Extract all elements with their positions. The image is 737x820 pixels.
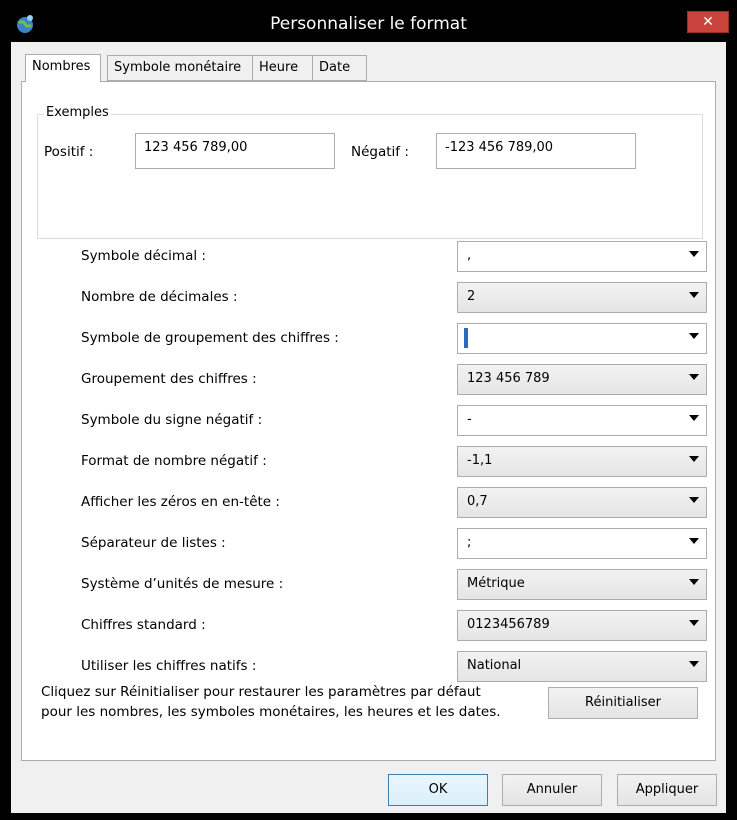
close-button[interactable]: ✕ bbox=[687, 11, 729, 33]
negative-sign-combo[interactable]: - bbox=[457, 405, 707, 436]
dialog-client-area: Nombres Symbole monétaire Heure Date Exe… bbox=[11, 42, 726, 813]
dropdown-arrow-icon[interactable] bbox=[689, 661, 699, 667]
setting-label-negative-sign: Symbole du signe négatif : bbox=[81, 412, 263, 428]
text-caret bbox=[464, 328, 468, 348]
apply-button[interactable]: Appliquer bbox=[617, 774, 717, 806]
combo-value: Métrique bbox=[467, 576, 525, 591]
dropdown-arrow-icon[interactable] bbox=[689, 415, 699, 421]
dropdown-arrow-icon[interactable] bbox=[689, 292, 699, 298]
dialog-window: Personnaliser le format ✕ Nombres Symbol… bbox=[0, 0, 737, 820]
setting-label-measurement-system: Système d’unités de mesure : bbox=[81, 576, 284, 592]
dropdown-arrow-icon[interactable] bbox=[689, 538, 699, 544]
setting-label-negative-format: Format de nombre négatif : bbox=[81, 453, 267, 469]
dropdown-arrow-icon[interactable] bbox=[689, 456, 699, 462]
cancel-button[interactable]: Annuler bbox=[502, 774, 602, 806]
combo-value: 123 456 789 bbox=[467, 371, 550, 386]
tab-heure[interactable]: Heure bbox=[252, 55, 313, 81]
grouping-symbol-combo[interactable] bbox=[457, 323, 707, 354]
combo-value: , bbox=[467, 248, 472, 263]
digit-grouping-combo[interactable]: 123 456 789 bbox=[457, 364, 707, 395]
reset-help-text: Cliquez sur Réinitialiser pour restaurer… bbox=[41, 684, 501, 720]
ok-button[interactable]: OK bbox=[388, 774, 488, 806]
combo-value: ; bbox=[467, 535, 472, 550]
combo-value: 2 bbox=[467, 289, 476, 304]
examples-legend: Exemples bbox=[44, 105, 111, 120]
list-separator-combo[interactable]: ; bbox=[457, 528, 707, 559]
dropdown-arrow-icon[interactable] bbox=[689, 620, 699, 626]
negative-label: Négatif : bbox=[351, 144, 409, 160]
setting-label-standard-digits: Chiffres standard : bbox=[81, 617, 206, 633]
leading-zeros-combo[interactable]: 0,7 bbox=[457, 487, 707, 518]
window-title: Personnaliser le format bbox=[270, 14, 467, 34]
combo-value: - bbox=[467, 412, 472, 427]
standard-digits-combo[interactable]: 0123456789 bbox=[457, 610, 707, 641]
setting-label-list-separator: Séparateur de listes : bbox=[81, 535, 226, 551]
positive-label: Positif : bbox=[44, 144, 94, 160]
negative-example-field: -123 456 789,00 bbox=[436, 133, 636, 169]
decimal-count-combo[interactable]: 2 bbox=[457, 282, 707, 313]
combo-value: 0,7 bbox=[467, 494, 488, 509]
setting-label-grouping-symbol: Symbole de groupement des chiffres : bbox=[81, 330, 339, 346]
negative-format-combo[interactable]: -1,1 bbox=[457, 446, 707, 477]
decimal-symbol-combo[interactable]: , bbox=[457, 241, 707, 272]
title-bar[interactable]: Personnaliser le format ✕ bbox=[6, 6, 731, 42]
setting-label-digit-grouping: Groupement des chiffres : bbox=[81, 371, 257, 387]
dropdown-arrow-icon[interactable] bbox=[689, 251, 699, 257]
tab-symbole-monetaire[interactable]: Symbole monétaire bbox=[107, 55, 253, 81]
setting-label-leading-zeros: Afficher les zéros en en-tête : bbox=[81, 494, 280, 510]
dropdown-arrow-icon[interactable] bbox=[689, 333, 699, 339]
setting-label-native-digits: Utiliser les chiffres natifs : bbox=[81, 658, 257, 674]
setting-label-decimal-symbol: Symbole décimal : bbox=[81, 248, 206, 264]
dropdown-arrow-icon[interactable] bbox=[689, 579, 699, 585]
dropdown-arrow-icon[interactable] bbox=[689, 497, 699, 503]
tab-date[interactable]: Date bbox=[312, 55, 367, 81]
combo-value: -1,1 bbox=[467, 453, 493, 468]
positive-example-field: 123 456 789,00 bbox=[135, 133, 335, 169]
combo-value: 0123456789 bbox=[467, 617, 550, 632]
native-digits-combo[interactable]: National bbox=[457, 651, 707, 682]
reset-button[interactable]: Réinitialiser bbox=[548, 687, 698, 719]
dropdown-arrow-icon[interactable] bbox=[689, 374, 699, 380]
tab-nombres[interactable]: Nombres bbox=[25, 54, 101, 82]
combo-value: National bbox=[467, 658, 522, 673]
setting-label-decimal-count: Nombre de décimales : bbox=[81, 289, 238, 305]
measurement-system-combo[interactable]: Métrique bbox=[457, 569, 707, 600]
close-icon: ✕ bbox=[702, 14, 714, 30]
